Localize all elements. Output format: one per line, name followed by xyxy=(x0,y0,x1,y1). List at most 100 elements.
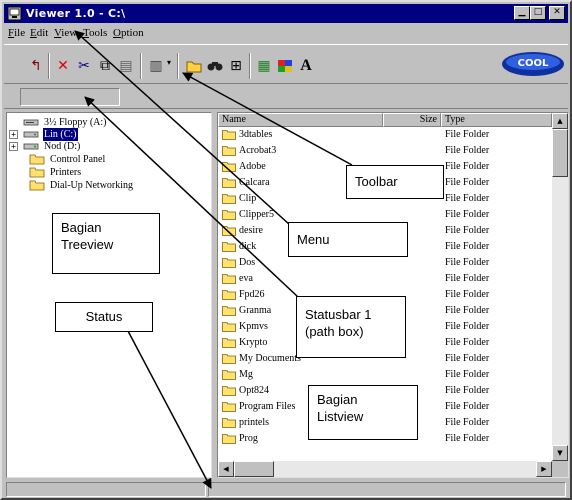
viewer-app-icon xyxy=(7,6,22,21)
scroll-down-button[interactable]: ▼ xyxy=(552,445,568,461)
callout-listview: Bagian Listview xyxy=(308,385,418,440)
folder-icon xyxy=(222,322,236,332)
color-palette-button[interactable] xyxy=(275,56,295,76)
folder-icon xyxy=(222,258,236,268)
paste-icon: ▤ xyxy=(119,58,133,74)
list-header: Name Size Type xyxy=(218,113,552,127)
chevron-down-icon[interactable]: ▾ xyxy=(167,58,171,67)
copy-button[interactable]: ⧉ xyxy=(95,56,115,76)
status-panel-left xyxy=(6,482,206,497)
hard-drive-icon xyxy=(23,131,39,138)
maximize-button[interactable]: □ xyxy=(530,6,546,20)
folder-icon xyxy=(222,402,236,412)
tree-node-label: Control Panel xyxy=(50,154,106,165)
column-header-type[interactable]: Type xyxy=(441,113,552,127)
printers-folder-icon xyxy=(29,167,45,178)
cool-logo: COOL xyxy=(502,52,564,76)
list-item-type: File Folder xyxy=(445,209,490,220)
horizontal-scrollbar[interactable]: ◀ ▶ xyxy=(218,461,552,477)
tree-expander[interactable]: + xyxy=(9,142,18,151)
folder-icon xyxy=(222,130,236,140)
title-bar[interactable]: Viewer 1.0 - C:\ ▁ □ ✕ xyxy=(4,4,568,23)
list-item-name: Calcara xyxy=(239,177,270,188)
folder-icon xyxy=(222,386,236,396)
cut-button[interactable]: ✂ xyxy=(74,56,94,76)
paste-button[interactable]: ▤ xyxy=(116,56,136,76)
find-button[interactable] xyxy=(205,56,225,76)
properties-icon: ⊞ xyxy=(230,58,242,74)
list-item-type: File Folder xyxy=(445,257,490,268)
list-item-name: Dos xyxy=(239,257,256,268)
tree-node-label: Printers xyxy=(50,167,82,178)
vertical-scrollbar[interactable]: ▲ ▼ xyxy=(552,113,568,461)
menu-edit[interactable]: Edit xyxy=(28,25,50,41)
list-item[interactable]: 3dtables File Folder xyxy=(218,128,552,141)
scroll-left-button[interactable]: ◀ xyxy=(218,461,234,477)
menu-view[interactable]: View xyxy=(52,25,79,41)
path-box-input[interactable] xyxy=(20,88,120,106)
font-button[interactable]: A xyxy=(296,56,316,76)
close-button[interactable]: ✕ xyxy=(549,6,565,20)
delete-button[interactable]: ✕ xyxy=(53,56,73,76)
column-header-name[interactable]: Name xyxy=(218,113,383,127)
list-item-name: Clipper5 xyxy=(239,209,274,220)
callout-menu: Menu xyxy=(288,222,408,257)
tree-view[interactable]: 3½ Floppy (A:) + Lin (C:) + Nod (D:) Con… xyxy=(6,112,212,478)
callout-status: Status xyxy=(55,302,153,332)
list-item-type: File Folder xyxy=(445,289,490,300)
scroll-up-button[interactable]: ▲ xyxy=(552,113,568,129)
open-folder-icon xyxy=(186,61,202,73)
toolbar-separator xyxy=(140,53,142,79)
list-item-type: File Folder xyxy=(445,353,490,364)
list-item-name: 3dtables xyxy=(239,129,273,140)
list-item[interactable]: Dos File Folder xyxy=(218,256,552,269)
folder-icon xyxy=(222,242,236,252)
list-item-type: File Folder xyxy=(445,145,490,156)
floppy-drive-icon xyxy=(23,119,39,126)
folder-icon xyxy=(222,162,236,172)
list-item[interactable]: Clipper5 File Folder xyxy=(218,208,552,221)
menu-file[interactable]: File xyxy=(6,25,27,41)
scroll-right-button[interactable]: ▶ xyxy=(536,461,552,477)
list-item[interactable]: Mg File Folder xyxy=(218,368,552,381)
up-folder-icon: ↰ xyxy=(30,58,42,74)
list-item-type: File Folder xyxy=(445,225,490,236)
grid-icon: ▦ xyxy=(257,58,271,74)
list-item-type: File Folder xyxy=(445,433,490,444)
list-item-name: Adobe xyxy=(239,161,266,172)
folder-icon xyxy=(222,290,236,300)
vertical-scroll-thumb[interactable] xyxy=(552,129,568,177)
minimize-button[interactable]: ▁ xyxy=(514,6,530,20)
list-item-type: File Folder xyxy=(445,385,490,396)
list-item-name: Acrobat3 xyxy=(239,145,277,156)
tree-expander[interactable]: + xyxy=(9,130,18,139)
properties-button[interactable]: ⊞ xyxy=(226,56,246,76)
list-item-type: File Folder xyxy=(445,401,490,412)
tree-node-label: Dial-Up Networking xyxy=(50,180,134,191)
tree-node-label: Nod (D:) xyxy=(44,141,81,152)
cut-icon: ✂ xyxy=(78,58,90,74)
path-box-strip xyxy=(4,85,568,109)
list-item-type: File Folder xyxy=(445,241,490,252)
open-folder-button[interactable] xyxy=(184,56,204,76)
list-item-type: File Folder xyxy=(445,417,490,428)
toolbar-separator xyxy=(48,53,50,79)
list-item-name: Mg xyxy=(239,369,253,380)
horizontal-scroll-thumb[interactable] xyxy=(234,461,274,477)
folder-icon xyxy=(222,434,236,444)
color-palette-icon xyxy=(278,60,292,72)
logo-text: COOL xyxy=(518,58,549,69)
menu-option[interactable]: Option xyxy=(111,25,146,41)
column-header-size[interactable]: Size xyxy=(383,113,441,127)
grid-button[interactable]: ▦ xyxy=(254,56,274,76)
list-item[interactable]: Acrobat3 File Folder xyxy=(218,144,552,157)
view-mode-button[interactable]: ▥ xyxy=(146,56,166,76)
menu-tools[interactable]: Tools xyxy=(81,25,109,41)
status-bar xyxy=(4,481,568,498)
callout-statusbar1: Statusbar 1 (path box) xyxy=(296,296,406,358)
list-item[interactable]: eva File Folder xyxy=(218,272,552,285)
callout-treeview: Bagian Treeview xyxy=(52,213,160,274)
up-folder-button[interactable]: ↰ xyxy=(26,56,46,76)
folder-icon xyxy=(222,306,236,316)
list-item-type: File Folder xyxy=(445,321,490,332)
